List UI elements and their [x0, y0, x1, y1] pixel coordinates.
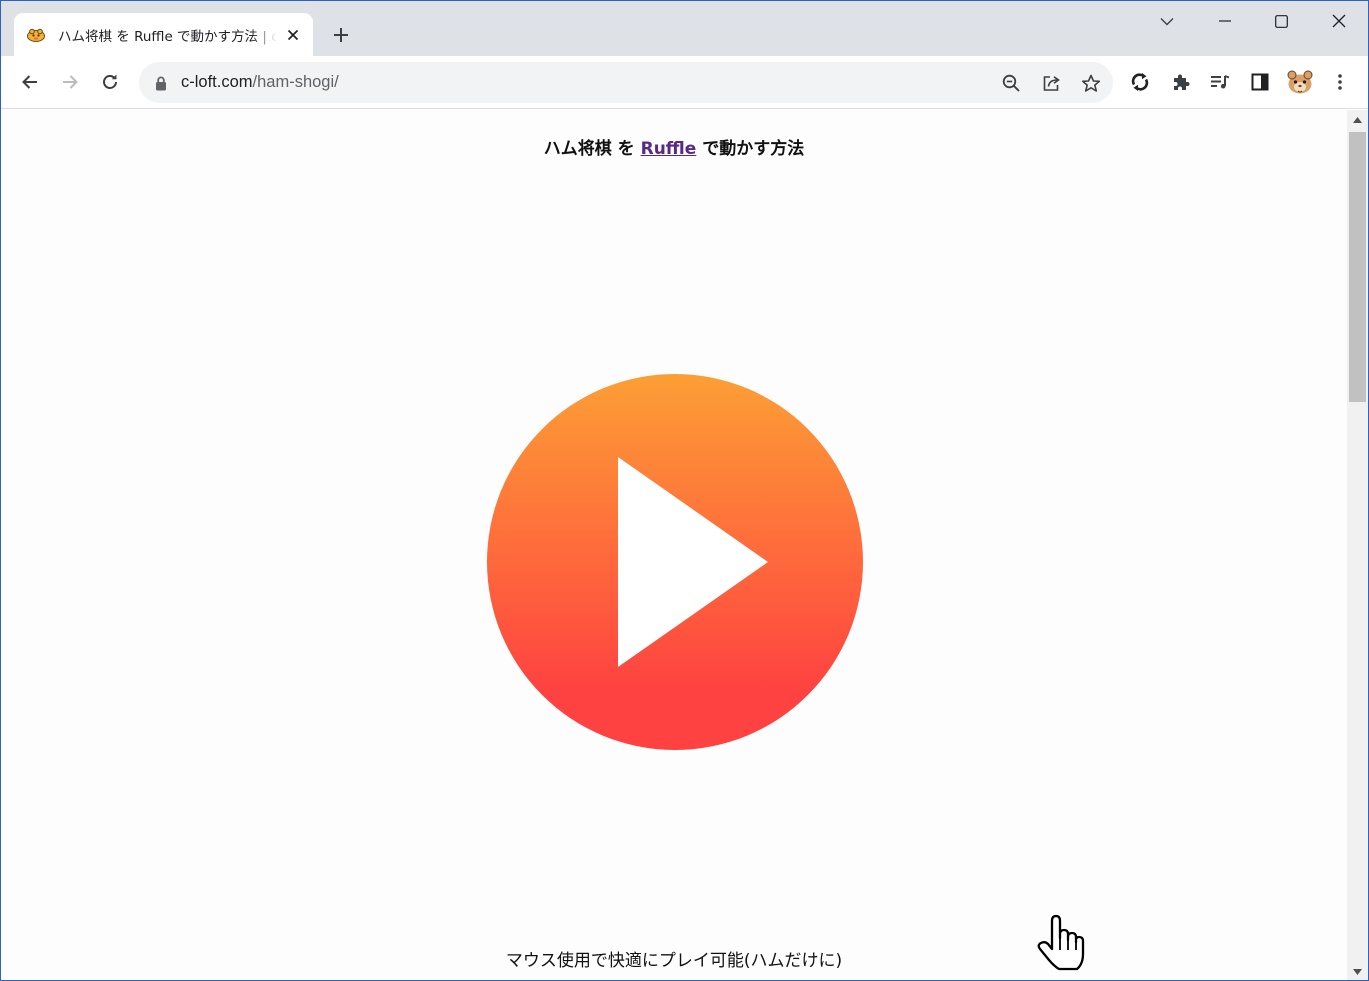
- kebab-menu-icon[interactable]: [1324, 66, 1356, 98]
- ruffle-link[interactable]: Ruffle: [641, 139, 697, 159]
- window-close-icon[interactable]: [1319, 5, 1359, 37]
- back-arrow-icon[interactable]: [14, 66, 46, 98]
- tab-strip: ハム将棋 を Ruffle で動かす方法 | c-loft.com: [1, 1, 1368, 56]
- new-tab-plus-icon[interactable]: [327, 21, 355, 49]
- browser-tab-active[interactable]: ハム将棋 を Ruffle で動かす方法 | c-loft.com: [14, 13, 313, 56]
- page-title-suffix: で動かす方法: [696, 139, 805, 159]
- profile-avatar[interactable]: [1284, 66, 1316, 98]
- hamster-icon: [26, 26, 48, 44]
- vertical-scrollbar[interactable]: [1347, 110, 1368, 980]
- puzzle-extensions-icon[interactable]: [1164, 66, 1196, 98]
- play-icon: [487, 374, 863, 750]
- address-bar[interactable]: c-loft.com/ham-shogi/: [139, 62, 1113, 103]
- url-text[interactable]: c-loft.com/ham-shogi/: [181, 72, 339, 93]
- scroll-down-arrow-icon[interactable]: [1347, 962, 1368, 980]
- scrollbar-thumb[interactable]: [1349, 132, 1366, 402]
- maximize-icon[interactable]: [1261, 5, 1301, 37]
- tab-title: ハム将棋 を Ruffle で動かす方法 | c-loft.com: [58, 28, 277, 45]
- side-panel-icon[interactable]: [1244, 66, 1276, 98]
- page-viewport: ハム将棋 を Ruffle で動かす方法 マウス使用で快適にプレイ可能(ハムだけ…: [1, 110, 1347, 980]
- scroll-up-arrow-icon[interactable]: [1347, 110, 1368, 130]
- lock-icon[interactable]: [153, 74, 169, 92]
- url-host: c-loft.com: [181, 73, 253, 91]
- ruffle-play-button[interactable]: [487, 374, 863, 750]
- zoom-icon[interactable]: [995, 67, 1027, 99]
- browser-toolbar: c-loft.com/ham-shogi/: [1, 56, 1368, 109]
- tab-search-chevron-icon[interactable]: [1147, 5, 1187, 37]
- browser-window: ハム将棋 を Ruffle で動かす方法 | c-loft.com/ham-sh…: [0, 0, 1369, 981]
- media-queue-icon[interactable]: [1204, 66, 1236, 98]
- share-icon[interactable]: [1035, 67, 1067, 99]
- bookmark-star-icon[interactable]: [1075, 67, 1107, 99]
- url-path: /ham-shogi/: [252, 73, 339, 91]
- forward-arrow-icon[interactable]: [54, 66, 86, 98]
- page-caption: マウス使用で快適にプレイ可能(ハムだけに): [505, 951, 843, 971]
- minimize-icon[interactable]: [1205, 5, 1245, 37]
- page-title-prefix: ハム将棋 を: [543, 139, 641, 159]
- hand-cursor-icon: [1035, 914, 1085, 972]
- tab-close-icon[interactable]: [283, 25, 303, 45]
- sync-extension-icon[interactable]: [1124, 66, 1156, 98]
- reload-icon[interactable]: [94, 66, 126, 98]
- page-title: ハム将棋 を Ruffle で動かす方法: [1, 134, 1347, 159]
